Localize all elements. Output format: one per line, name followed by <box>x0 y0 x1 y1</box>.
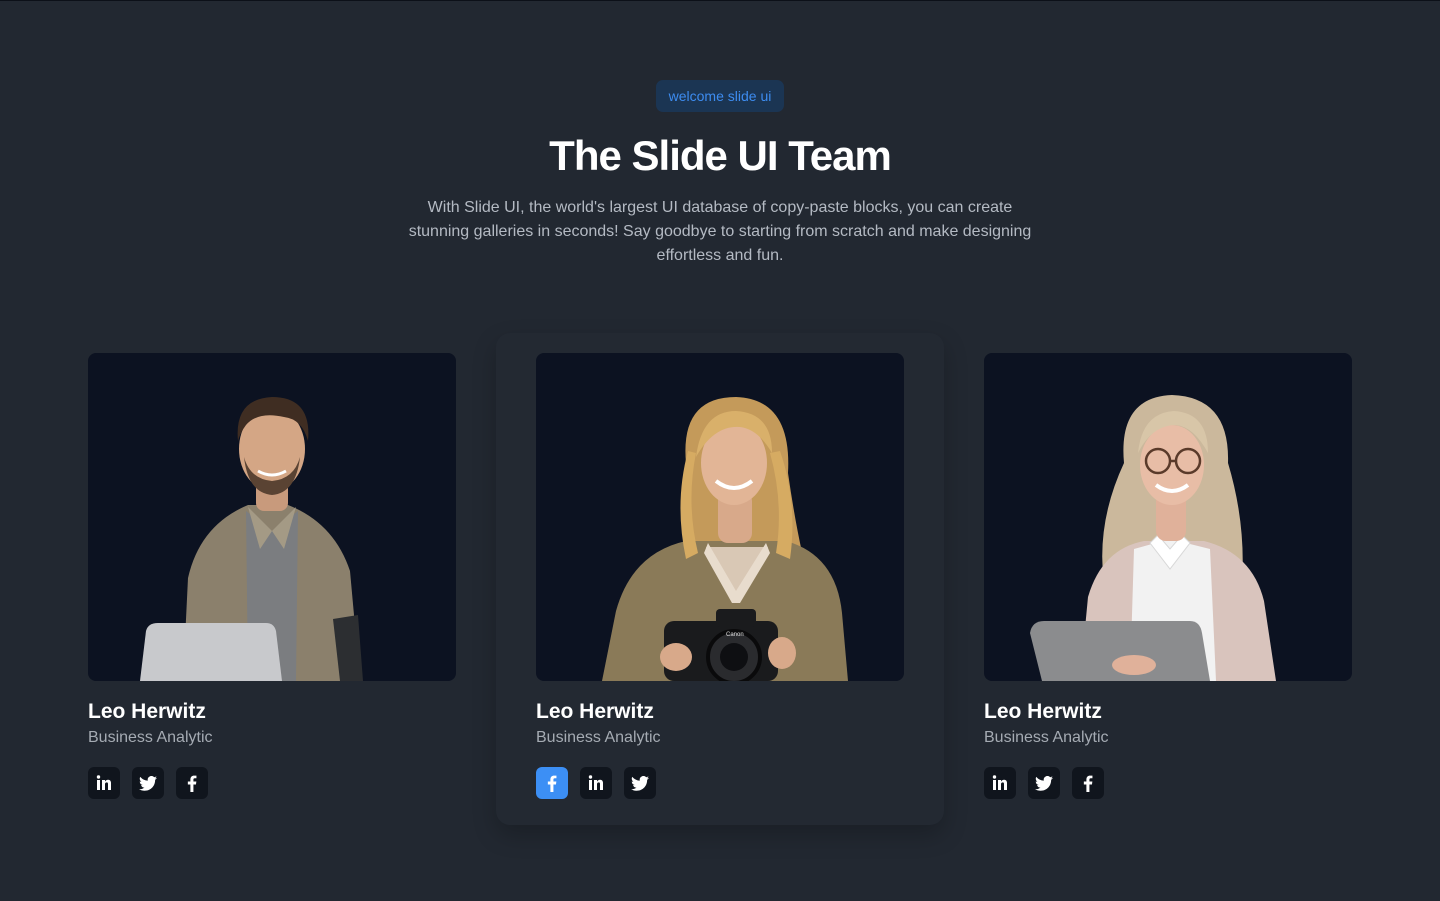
member-role: Business Analytic <box>88 729 213 746</box>
svg-text:Canon: Canon <box>726 632 744 638</box>
social-links <box>984 767 1352 799</box>
linkedin-icon[interactable] <box>580 767 612 799</box>
team-photo-3 <box>984 353 1352 681</box>
team-photo-1 <box>88 353 456 681</box>
team-card-1[interactable]: Leo Herwitz Business Analytic <box>88 353 456 799</box>
member-name: Leo Herwitz <box>984 700 1102 723</box>
member-name: Leo Herwitz <box>88 700 206 723</box>
social-links <box>88 767 456 799</box>
twitter-icon[interactable] <box>132 767 164 799</box>
social-links <box>536 767 904 799</box>
linkedin-icon[interactable] <box>984 767 1016 799</box>
page-title: The Slide UI Team <box>549 132 892 179</box>
twitter-icon[interactable] <box>624 767 656 799</box>
member-role: Business Analytic <box>536 729 661 746</box>
twitter-icon[interactable] <box>1028 767 1060 799</box>
team-photo-2: Canon <box>536 353 904 681</box>
member-role: Business Analytic <box>984 729 1109 746</box>
facebook-icon[interactable] <box>176 767 208 799</box>
page-subtitle: With Slide UI, the world's largest UI da… <box>408 199 1032 264</box>
team-card-2[interactable]: Canon Leo Herwitz Business Analytic <box>536 353 904 799</box>
facebook-icon[interactable] <box>536 767 568 799</box>
team-card-3[interactable]: Leo Herwitz Business Analytic <box>984 353 1352 799</box>
linkedin-icon[interactable] <box>88 767 120 799</box>
top-border <box>0 0 1440 1</box>
welcome-badge: welcome slide ui <box>655 80 785 112</box>
team-header: welcome slide ui The Slide UI Team With … <box>0 80 1440 268</box>
member-name: Leo Herwitz <box>536 700 654 723</box>
facebook-icon[interactable] <box>1072 767 1104 799</box>
